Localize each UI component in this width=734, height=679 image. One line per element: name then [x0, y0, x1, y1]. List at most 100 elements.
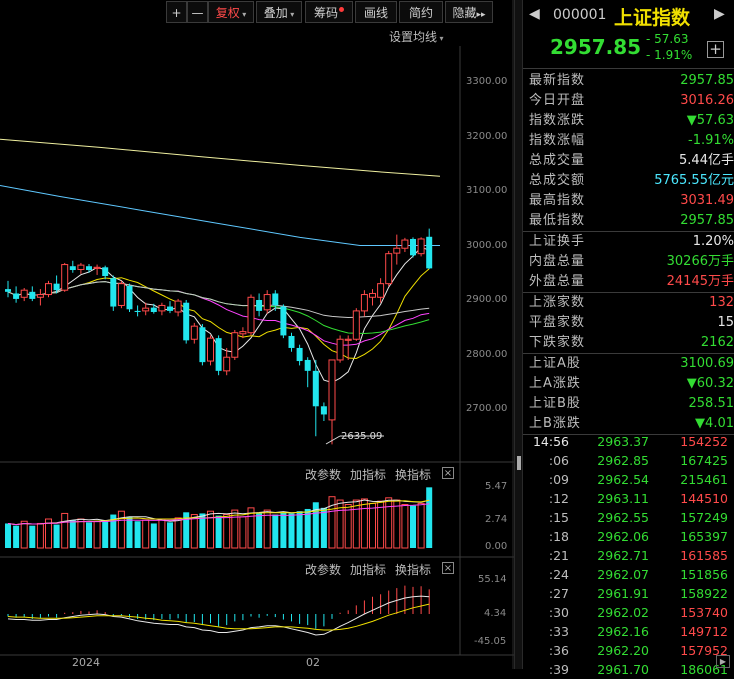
ma250-line — [0, 139, 440, 176]
candle-body — [183, 303, 189, 341]
candle-body — [110, 278, 116, 306]
macd-close-icon[interactable]: × — [442, 562, 454, 574]
candle-body — [353, 311, 359, 339]
quote-value: 24145万手 — [667, 272, 734, 292]
quote-number: 15 — [717, 315, 734, 330]
scroll-down-icon[interactable]: ▶ — [716, 655, 730, 668]
candle-body — [46, 284, 52, 295]
candle-body — [29, 292, 35, 299]
quote-row: 平盘家数15 — [529, 313, 734, 333]
macd-add-indicator-button[interactable]: 加指标 — [350, 561, 386, 578]
macd-edit-params-button[interactable]: 改参数 — [305, 561, 341, 578]
price-change-pct: - 1.91% — [646, 48, 692, 62]
quote-number: 5.44 — [679, 153, 708, 168]
candle-body — [135, 311, 141, 312]
quote-number: 3100.69 — [680, 356, 734, 371]
candle-body — [5, 289, 11, 292]
quote-value: 3100.69 — [680, 354, 734, 374]
tick-time: :27 — [529, 584, 569, 603]
quote-number: 30266 — [667, 254, 708, 269]
ma120-line — [0, 186, 440, 246]
tick-volume: 157249 — [680, 508, 728, 527]
volume-bar — [86, 522, 92, 548]
quote-label: 上证B股 — [529, 394, 581, 414]
quote-value: 15 — [717, 313, 734, 333]
add-watchlist-button[interactable]: + — [707, 41, 724, 58]
y-tick-label: 2800.00 — [466, 349, 507, 360]
quote-row: 上B涨跌▼4.01 — [529, 414, 734, 434]
volume-bar — [54, 525, 60, 548]
next-stock-icon[interactable]: ▶ — [714, 6, 725, 22]
tick-row: :092962.54215461 — [529, 470, 734, 489]
tick-price: 2962.02 — [579, 603, 649, 622]
quote-value: -1.91% — [688, 131, 734, 151]
panel-splitter[interactable] — [514, 0, 523, 669]
volume-bar — [280, 512, 286, 548]
quote-label: 上涨家数 — [529, 293, 585, 313]
stock-name: 上证指数 — [614, 3, 690, 30]
y-tick-label: 3200.00 — [466, 131, 507, 142]
macd-switch-indicator-button[interactable]: 换指标 — [395, 561, 431, 578]
quote-row: 总成交额 5765.55亿元 — [529, 171, 734, 191]
volume-bar — [208, 511, 214, 548]
quote-row: 外盘总量24145万手 — [529, 272, 734, 292]
tick-price: 2962.55 — [579, 508, 649, 527]
kline-chart[interactable] — [0, 0, 514, 669]
candle-body — [329, 360, 335, 420]
quote-label: 上证换手 — [529, 232, 585, 252]
volume-bar — [370, 503, 376, 548]
quote-number: 2162 — [701, 335, 734, 350]
quote-row: 上证换手1.20% — [529, 232, 734, 252]
quote-row: 最高指数3031.49 — [529, 191, 734, 211]
volume-bar — [62, 513, 68, 548]
quote-label: 总成交量 — [529, 151, 585, 171]
tick-price: 2962.20 — [579, 641, 649, 660]
volume-bar — [135, 521, 141, 548]
macd-y-tick-label: 4.34 — [484, 608, 506, 619]
quote-label: 上A涨跌 — [529, 374, 581, 394]
volume-bar — [102, 520, 108, 548]
candle-body — [280, 307, 286, 336]
quote-row: 上A涨跌▼60.32 — [529, 374, 734, 394]
vol-add-indicator-button[interactable]: 加指标 — [350, 466, 386, 483]
candle-body — [313, 371, 319, 406]
volume-bar — [167, 522, 173, 548]
candle-body — [297, 348, 303, 361]
volume-bar — [256, 513, 262, 548]
quote-value: ▼57.63 — [687, 111, 734, 131]
chart-area[interactable]: + — 复权 ▾ 叠加 ▾ 筹码 画线 简约 隐藏▸▸ 设置均线 ▾ 3300.… — [0, 0, 514, 669]
candle-body — [199, 327, 205, 362]
candle-body — [13, 293, 19, 298]
tick-time: :39 — [529, 660, 569, 679]
volume-bar — [361, 499, 367, 548]
candle-body — [264, 295, 270, 310]
tick-price: 2961.91 — [579, 584, 649, 603]
quote-row: 内盘总量30266万手 — [529, 252, 734, 272]
candle-body — [345, 339, 351, 340]
candle-body — [37, 295, 43, 298]
tick-volume: 149712 — [680, 622, 728, 641]
volume-bar — [37, 523, 43, 548]
candle-body — [410, 239, 416, 255]
quote-value: 258.51 — [689, 394, 734, 414]
tick-price: 2962.06 — [579, 527, 649, 546]
quote-value: 132 — [709, 293, 734, 313]
tick-volume: 144510 — [680, 489, 728, 508]
y-tick-label: 2900.00 — [466, 294, 507, 305]
volume-bar — [410, 506, 416, 548]
vol-edit-params-button[interactable]: 改参数 — [305, 466, 341, 483]
candle-body — [208, 338, 214, 361]
quote-value: 5765.55亿元 — [654, 171, 734, 191]
volume-bar — [402, 505, 408, 548]
volume-bar — [426, 487, 432, 548]
quote-number: 3016.26 — [680, 93, 734, 108]
x-axis-label-month: 02 — [306, 656, 320, 669]
prev-stock-icon[interactable]: ◀ — [529, 6, 540, 22]
tick-time: 14:56 — [529, 432, 569, 451]
quote-value: 3031.49 — [680, 191, 734, 211]
volume-bar — [353, 500, 359, 548]
quote-label: 总成交额 — [529, 171, 585, 191]
vol-switch-indicator-button[interactable]: 换指标 — [395, 466, 431, 483]
vol-close-icon[interactable]: × — [442, 467, 454, 479]
quote-number: 132 — [709, 295, 734, 310]
